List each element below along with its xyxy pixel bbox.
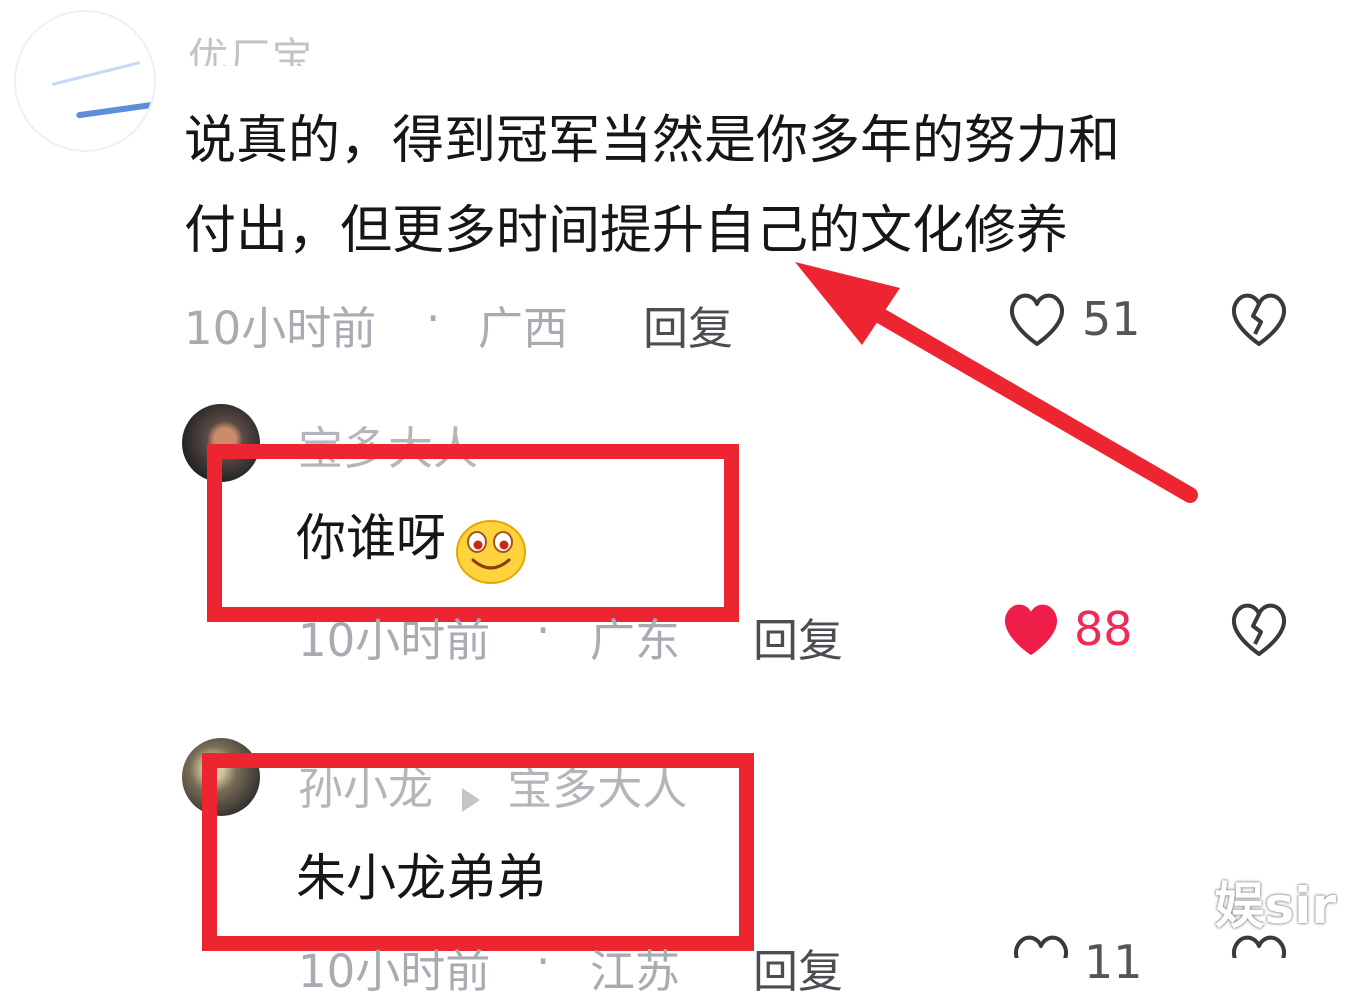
arrow-annotation — [795, 262, 1198, 503]
watermark: 娱sir — [1214, 877, 1336, 935]
